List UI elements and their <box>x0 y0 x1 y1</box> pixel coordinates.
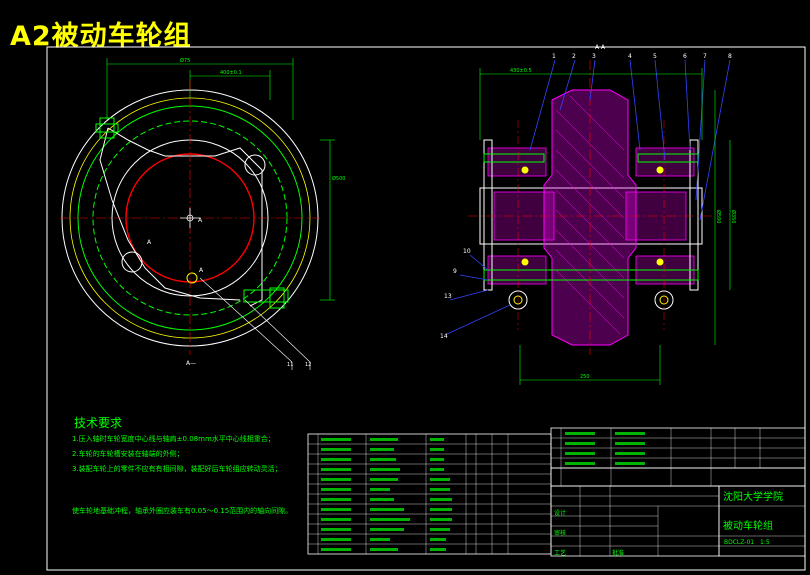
svg-text:430±0.5: 430±0.5 <box>510 68 532 74</box>
approved-label: 批准 <box>612 550 625 557</box>
tech-requirement-1: 1.压入轴时车轮宽度中心线与轴肩±0.08mm水平中心线相重合； <box>72 435 275 443</box>
process-label: 工艺 <box>554 550 567 557</box>
svg-text:6: 6 <box>683 53 687 60</box>
designed-label: 设计 <box>554 510 567 517</box>
cad-drawing-viewport: A 2 被动车轮组 Ø75 400±0.1 A A A A— 11 12 Ø500 … <box>0 0 810 575</box>
svg-text:5: 5 <box>653 53 657 60</box>
drawing-name: 被动车轮组 <box>723 521 773 532</box>
scale-value: 1:5 <box>760 539 770 546</box>
svg-text:12: 12 <box>305 362 311 368</box>
svg-text:A: A <box>198 217 203 224</box>
svg-text:Ø350: Ø350 <box>730 210 737 223</box>
tech-requirement-4: 使车轮地基础冲程，轴承外圈应装车有0.05～0.15范围内的轴向间隙。 <box>72 507 293 515</box>
svg-text:1: 1 <box>552 53 556 60</box>
svg-text:14: 14 <box>440 333 448 340</box>
checked-label: 审核 <box>554 530 567 537</box>
svg-text:Ø75: Ø75 <box>180 57 190 64</box>
svg-text:11: 11 <box>287 362 293 368</box>
svg-text:2: 2 <box>572 53 576 60</box>
svg-text:7: 7 <box>703 53 707 60</box>
svg-text:250: 250 <box>580 374 590 380</box>
svg-text:3: 3 <box>592 53 596 60</box>
svg-text:4: 4 <box>628 53 632 60</box>
tech-requirements-heading: 技术要求 <box>74 416 123 430</box>
tech-requirement-3: 3.装配车轮上的零件不应有有相间隙，装配好后车轮组应转动灵活； <box>72 465 282 473</box>
tech-requirement-2: 2.车轮的车轮槽安装在轴端的外侧； <box>72 450 184 458</box>
svg-text:8: 8 <box>728 53 732 60</box>
cad-canvas: Ø75 400±0.1 A A A A— 11 12 Ø500 1 2 3 4 … <box>46 46 806 571</box>
drawing-number: BDCLZ-01 <box>724 539 755 546</box>
front-view: Ø75 400±0.1 A A A A— 11 12 Ø500 <box>60 57 345 370</box>
section-view: 1 2 3 4 5 6 7 8 10 9 13 14 430±0.5 Ø500 … <box>440 53 737 385</box>
svg-text:A: A <box>147 239 152 246</box>
svg-text:13: 13 <box>444 293 452 300</box>
svg-text:A: A <box>199 267 204 274</box>
svg-text:Ø500: Ø500 <box>332 175 345 182</box>
svg-text:Ø500: Ø500 <box>715 210 722 223</box>
svg-text:400±0.1: 400±0.1 <box>220 70 242 76</box>
section-label: A-A <box>595 44 606 51</box>
svg-text:9: 9 <box>453 268 457 275</box>
svg-text:10: 10 <box>463 248 471 255</box>
svg-text:A—: A— <box>186 360 196 367</box>
school-name: 沈阳大学学院 <box>723 492 783 503</box>
